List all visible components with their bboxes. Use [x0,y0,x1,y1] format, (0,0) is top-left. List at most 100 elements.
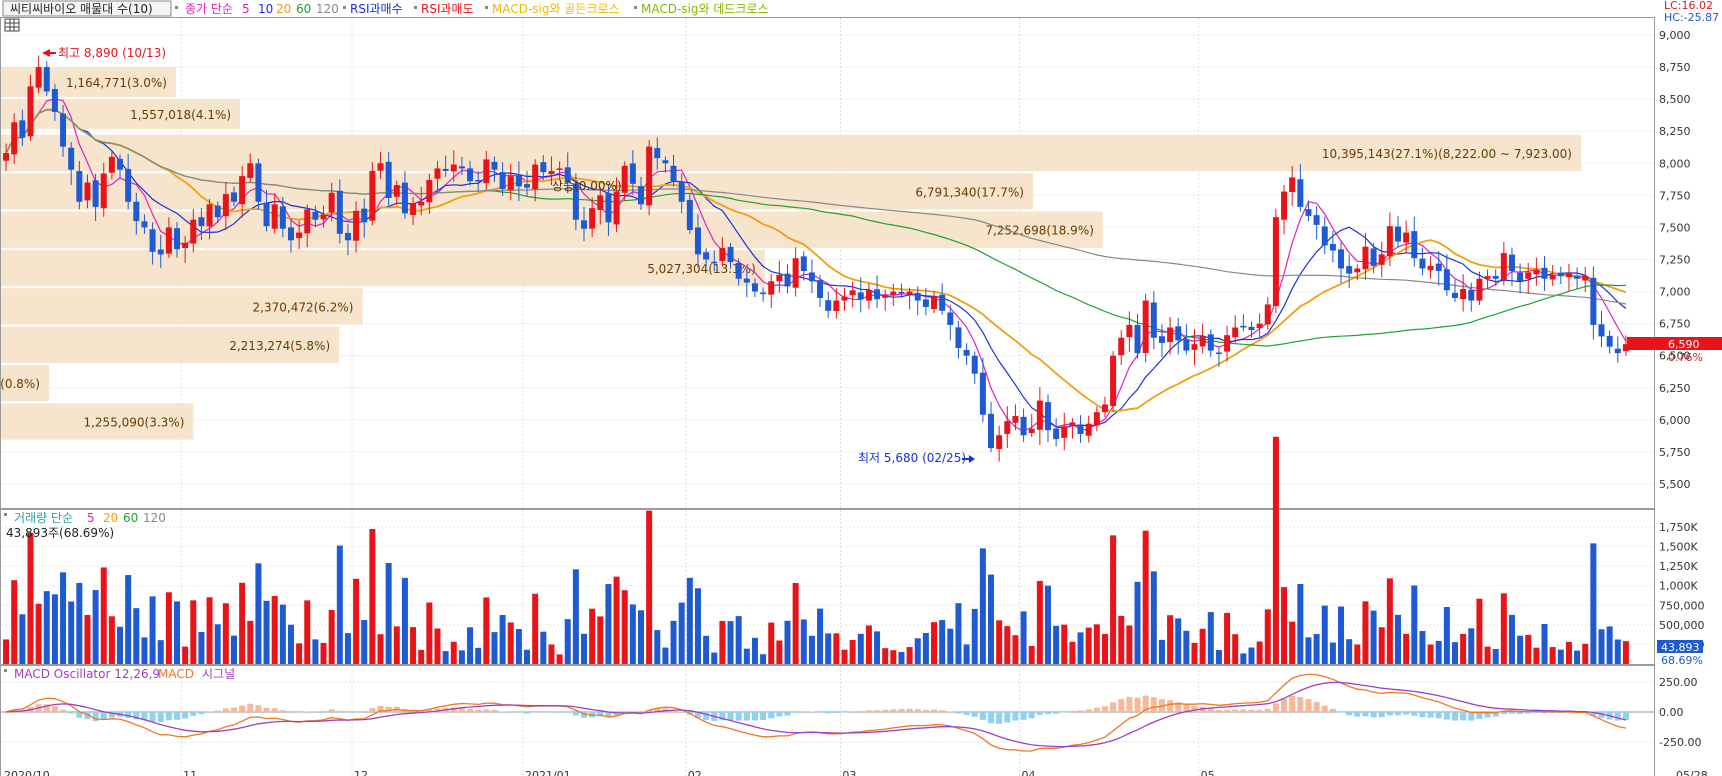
candle-body [1264,304,1271,325]
volume-bar [336,545,343,664]
candle-body [1191,344,1198,350]
volume-bar [1175,618,1182,664]
candle-body [328,192,335,213]
macd-osc-bar [947,711,954,712]
volume-bar [1232,634,1239,664]
candle-body [1207,334,1214,351]
table-icon[interactable] [4,18,20,32]
volume-bar [792,583,799,664]
volume-profile-label: 1,557,018(4.1%) [130,108,231,122]
candle-body [133,201,140,222]
macd-osc-bar [890,709,897,712]
x-tick-label: 04 [1022,769,1036,776]
macd-osc-bar [1240,709,1247,712]
candle-body [458,166,465,169]
macd-osc-bar [353,711,360,712]
volume-bar [491,632,498,664]
price-tick-label: 7,000 [1659,286,1691,299]
candle-body [1004,421,1011,434]
volume-bar [524,649,531,664]
volume-bar [963,644,970,664]
low-annotation: 최저 5,680 (02/25) [858,451,975,465]
volume-bar [1093,624,1100,664]
volume-bar [906,647,913,664]
volume-bar [776,640,783,664]
volume-bar [467,627,474,664]
chart-canvas: 1,164,771(3.0%) 1,557,018(4.1%) 10,395,143… [0,0,1722,776]
price-tick-label: 6,250 [1659,382,1691,395]
candle-body [1403,232,1410,243]
candle-body [76,171,83,202]
volume-bar [1142,530,1149,664]
candle-body [1370,248,1377,266]
candle-body [1354,268,1361,273]
volume-bar [296,643,303,664]
macd-osc-bar [874,710,881,712]
macd-osc-bar [475,709,482,712]
candle-body [11,122,18,155]
volume-bar [1020,611,1027,664]
volume-bar [857,633,864,664]
candle-body [637,186,644,205]
volume-bar [198,631,205,664]
candle-body [1289,177,1296,193]
candle-body [222,194,229,217]
candle-body [1134,324,1141,354]
volume-bar [353,578,360,664]
volume-bar [1134,581,1141,664]
volume-bar [581,633,588,664]
current-change: 0.76% [1668,351,1703,364]
ma-period-10: 10 [258,2,273,16]
candle-body [19,120,26,138]
candle-body [271,204,278,229]
macd-osc-bar [743,712,750,721]
macd-osc-bar [60,709,67,712]
macd-osc-bar [1468,712,1475,721]
candle-body [247,163,254,178]
macd-osc-bar [1028,712,1035,719]
candle-body [1020,416,1027,436]
candle-body [60,113,67,147]
candle-body [287,227,294,241]
ma-period-5: 5 [242,2,250,16]
candle-body [1574,276,1581,279]
candle-body [3,153,10,161]
candle-body [735,262,742,279]
volume-bar [1574,650,1581,664]
volume-bar [1085,627,1092,664]
volume-bar [540,631,547,664]
volume-profile-label: 319,103(0.8%) [0,377,40,391]
volume-bar [312,639,319,664]
volume-bar [141,637,148,664]
volume-bar [711,652,718,664]
candle-body [1492,275,1499,279]
candle-body [581,220,588,229]
volume-bar [703,635,710,664]
macd-osc-bar [1451,712,1458,721]
macd-osc-bar [1305,699,1312,712]
macd-osc-bar [784,712,791,716]
candle-body [1435,263,1442,272]
candle-body [971,355,978,374]
macd-osc-bar [922,709,929,712]
candle-body [165,227,172,254]
candle-body [1044,402,1051,431]
macd-osc-bar [1004,712,1011,723]
candle-body [556,168,563,170]
volume-bar [556,654,563,664]
candle-body [922,299,929,307]
volume-bar [1362,601,1369,664]
candle-body [255,163,262,202]
volume-bar [735,616,742,664]
candle-body [377,163,384,171]
volume-bar [27,532,34,664]
volume-bar [1622,641,1629,664]
macd-osc-bar [499,711,506,712]
candle-body [491,161,498,170]
volume-profile-label: 1,164,771(3.0%) [66,76,167,90]
volume-bar [1126,625,1133,664]
macd-osc-bar [182,712,189,719]
macd-osc-bar [1256,709,1263,712]
candle-body [410,203,417,216]
candle-body [605,193,612,223]
